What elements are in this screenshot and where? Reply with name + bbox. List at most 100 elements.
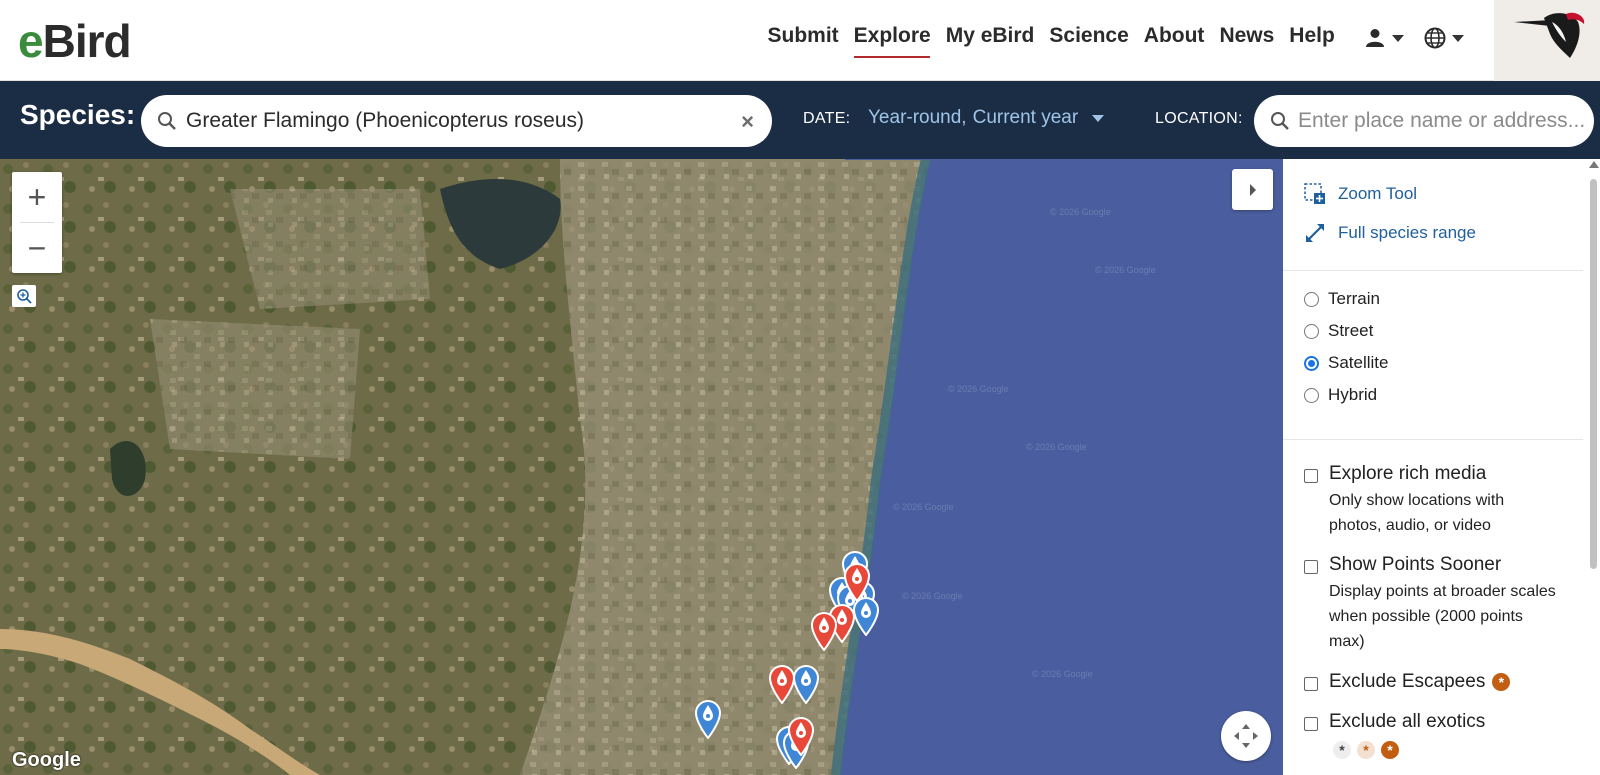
- google-attribution: Google: [12, 749, 81, 771]
- terrain-label: Terrain: [1328, 289, 1380, 308]
- location-search-field: [1254, 95, 1594, 147]
- woodpecker-icon: [1514, 12, 1585, 59]
- nav-submit[interactable]: Submit: [760, 22, 846, 56]
- hybrid-radio[interactable]: [1304, 387, 1319, 403]
- cornell-lab-logo[interactable]: [1494, 0, 1600, 81]
- map-type-satellite[interactable]: Satellite: [1304, 353, 1388, 373]
- map-watermark: © 2026 Google: [948, 384, 1009, 394]
- satellite-map[interactable]: © 2026 Google © 2026 Google © 2026 Googl…: [0, 159, 1283, 775]
- full-species-range-button[interactable]: Full species range: [1304, 222, 1476, 244]
- recent-sighting-marker[interactable]: [787, 716, 815, 756]
- main-nav: Submit Explore My eBird Science About Ne…: [760, 22, 1343, 58]
- map-watermark: © 2026 Google: [1095, 265, 1156, 275]
- points-sooner-title: Show Points Sooner: [1329, 554, 1502, 575]
- terrain-radio[interactable]: [1304, 291, 1319, 307]
- location-input[interactable]: [1298, 107, 1584, 135]
- exotic-plain-badge-icon: *: [1333, 741, 1351, 759]
- expand-icon: [1306, 224, 1324, 242]
- ebird-logo[interactable]: eBird: [18, 14, 132, 68]
- account-menu-button[interactable]: [1366, 28, 1404, 48]
- search-filter-bar: Species: Greater Flamingo (Phoenicopteru…: [0, 81, 1600, 159]
- explore-rich-media-option: Explore rich media Only show locations w…: [1304, 463, 1559, 538]
- satellite-label: Satellite: [1328, 353, 1389, 372]
- map-imagery: [0, 159, 1283, 775]
- location-label: LOCATION:: [1155, 110, 1243, 127]
- map-options-panel: Zoom Tool Full species range Terrain Str…: [1283, 159, 1600, 775]
- pan-control-button[interactable]: [1221, 711, 1271, 761]
- chevron-down-icon: [1392, 34, 1404, 42]
- panel-divider: [1283, 270, 1583, 271]
- sighting-marker[interactable]: [792, 664, 820, 704]
- map-watermark: © 2026 Google: [1026, 442, 1087, 452]
- street-radio[interactable]: [1304, 323, 1319, 339]
- exotics-title: Exclude all exotics: [1329, 711, 1486, 732]
- exclude-all-exotics-option: Exclude all exotics * * *: [1304, 711, 1485, 759]
- language-menu-button[interactable]: [1424, 27, 1464, 49]
- zoom-out-button[interactable]: −: [12, 223, 62, 273]
- clear-species-button[interactable]: ×: [741, 109, 754, 135]
- street-label: Street: [1328, 321, 1374, 340]
- move-arrows-icon: [1234, 724, 1258, 748]
- show-points-sooner-option: Show Points Sooner Display points at bro…: [1304, 554, 1559, 654]
- rich-media-checkbox[interactable]: [1304, 469, 1318, 483]
- panel-divider: [1283, 439, 1583, 440]
- top-navigation-bar: eBird Submit Explore My eBird Science Ab…: [0, 0, 1600, 81]
- map-watermark: © 2026 Google: [902, 591, 963, 601]
- map-watermark: © 2026 Google: [893, 502, 954, 512]
- hybrid-label: Hybrid: [1328, 385, 1378, 404]
- sighting-marker[interactable]: [852, 596, 880, 636]
- species-value: Greater Flamingo (Phoenicopterus roseus): [186, 109, 585, 132]
- exotic-badge-icon: *: [1381, 741, 1399, 759]
- scroll-thumb[interactable]: [1590, 179, 1597, 569]
- recent-sighting-marker[interactable]: [843, 562, 871, 602]
- species-search-field[interactable]: Greater Flamingo (Phoenicopterus roseus)…: [141, 95, 772, 147]
- search-icon: [1271, 112, 1289, 130]
- exotics-checkbox[interactable]: [1304, 717, 1318, 731]
- panel-scrollbar[interactable]: [1586, 159, 1600, 775]
- map-watermark: © 2026 Google: [1050, 207, 1111, 217]
- escapees-checkbox[interactable]: [1304, 677, 1318, 691]
- nav-explore[interactable]: Explore: [846, 22, 938, 58]
- satellite-radio[interactable]: [1304, 355, 1319, 371]
- collapse-panel-button[interactable]: [1232, 169, 1273, 210]
- species-label: Species:: [20, 99, 136, 130]
- exclude-escapees-option: Exclude Escapees *: [1304, 671, 1511, 693]
- chevron-down-icon: [1452, 34, 1464, 42]
- nav-about[interactable]: About: [1136, 22, 1212, 56]
- scroll-up-arrow[interactable]: [1589, 161, 1599, 168]
- map-type-terrain[interactable]: Terrain: [1304, 289, 1380, 309]
- date-filter-dropdown[interactable]: Year-round, Current year: [868, 107, 1105, 129]
- zoom-control: + −: [12, 172, 62, 273]
- user-icon: [1366, 29, 1384, 47]
- zoom-tool-button[interactable]: Zoom Tool: [1304, 183, 1417, 205]
- nav-news[interactable]: News: [1212, 22, 1282, 56]
- date-range-value: Year-round,: [868, 107, 967, 128]
- date-year-value: Current year: [972, 107, 1079, 128]
- exotic-light-badge-icon: *: [1357, 741, 1375, 759]
- nav-my-ebird[interactable]: My eBird: [938, 22, 1042, 56]
- zoom-box-button[interactable]: [12, 285, 36, 307]
- points-sooner-description: Display points at broader scales when po…: [1329, 583, 1556, 650]
- chevron-down-icon: [1092, 114, 1105, 122]
- map-type-hybrid[interactable]: Hybrid: [1304, 385, 1377, 405]
- chevron-right-icon: [1249, 183, 1256, 196]
- map-watermark: © 2026 Google: [1032, 669, 1093, 679]
- globe-icon: [1424, 27, 1446, 49]
- nav-help[interactable]: Help: [1282, 22, 1343, 56]
- rich-media-title: Explore rich media: [1329, 463, 1487, 484]
- recent-sighting-marker[interactable]: [810, 611, 838, 651]
- zoom-tool-label: Zoom Tool: [1338, 184, 1418, 203]
- zoom-tool-icon: [1304, 183, 1325, 204]
- search-icon: [158, 112, 176, 130]
- date-label: DATE:: [803, 110, 851, 127]
- sighting-marker[interactable]: [694, 699, 722, 739]
- map-type-street[interactable]: Street: [1304, 321, 1373, 341]
- escapees-title: Exclude Escapees: [1329, 671, 1486, 692]
- points-sooner-checkbox[interactable]: [1304, 560, 1318, 574]
- zoom-in-button[interactable]: +: [12, 172, 62, 222]
- full-species-range-label: Full species range: [1338, 223, 1476, 242]
- rich-media-description: Only show locations with photos, audio, …: [1329, 492, 1505, 534]
- nav-science[interactable]: Science: [1042, 22, 1136, 56]
- escapee-badge-icon: *: [1492, 673, 1511, 691]
- zoom-magnifier-icon: [17, 289, 32, 304]
